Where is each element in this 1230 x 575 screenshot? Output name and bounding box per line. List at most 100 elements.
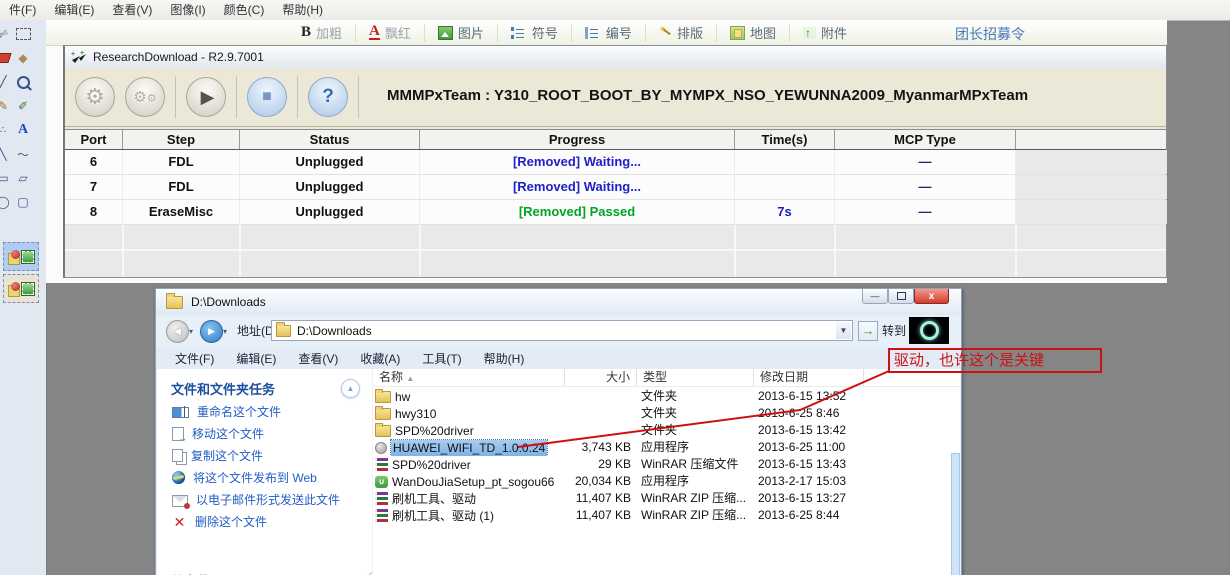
- winrar-icon: [375, 492, 388, 505]
- task-move-file[interactable]: 移动这个文件: [157, 427, 372, 443]
- help-button[interactable]: ?: [308, 77, 348, 117]
- explorer-titlebar[interactable]: D:\Downloads — x: [156, 289, 961, 315]
- table-row[interactable]: 7 FDL Unplugged [Removed] Waiting... —: [65, 175, 1167, 200]
- header-size[interactable]: 大小: [565, 369, 637, 386]
- address-dropdown-icon[interactable]: ▼: [836, 322, 851, 339]
- task-publish-web[interactable]: 将这个文件发布到 Web: [157, 471, 372, 486]
- polygon-tool-icon[interactable]: ▱: [13, 168, 33, 188]
- red-text-button[interactable]: A 飘红: [356, 23, 425, 42]
- col-progress[interactable]: Progress: [420, 130, 735, 149]
- back-dropdown-icon[interactable]: ▾: [189, 327, 193, 336]
- forward-button[interactable]: ▶: [200, 320, 223, 343]
- multi-settings-button[interactable]: ⚙⚙: [125, 77, 165, 117]
- magnifier-icon[interactable]: [13, 72, 33, 92]
- back-button[interactable]: ◀: [166, 320, 189, 343]
- paint-menu-file[interactable]: 件(F): [0, 0, 45, 20]
- table-row[interactable]: 8 EraseMisc Unplugged [Removed] Passed 7…: [65, 200, 1167, 225]
- bold-button[interactable]: B 加粗: [288, 23, 357, 42]
- file-row-selected[interactable]: HUAWEI_WIFI_TD_1.0.0.24 3,743 KB 应用程序 2013…: [373, 439, 960, 456]
- wandoujia-icon: ∪: [375, 475, 388, 488]
- maximize-button[interactable]: [888, 289, 914, 304]
- exp-menu-view[interactable]: 查看(V): [287, 350, 349, 367]
- brush-icon[interactable]: ✐: [13, 96, 33, 116]
- firmware-package-title: MMMPxTeam : Y310_ROOT_BOOT_BY_MYMPX_NSO_…: [387, 87, 1029, 104]
- rectangle-tool-icon[interactable]: ▭: [0, 168, 13, 188]
- paint-menu-view[interactable]: 查看(V): [103, 0, 161, 20]
- rect-select-icon[interactable]: [13, 24, 33, 44]
- rd-app-icon: + +: [71, 51, 86, 63]
- layout-button[interactable]: 排版: [646, 23, 717, 42]
- task-rename-file[interactable]: 重命名这个文件: [157, 405, 372, 420]
- task-pane-header: 文件和文件夹任务: [171, 382, 276, 397]
- exp-menu-tools[interactable]: 工具(T): [411, 350, 472, 367]
- curve-tool-icon[interactable]: ～: [13, 144, 33, 164]
- paint-menu-help[interactable]: 帮助(H): [273, 0, 332, 20]
- forward-dropdown-icon[interactable]: ▾: [223, 327, 227, 336]
- go-button[interactable]: → 转到: [858, 320, 906, 341]
- minimize-button[interactable]: —: [862, 289, 888, 304]
- fill-bucket-icon[interactable]: ◆: [13, 48, 33, 68]
- exp-menu-favorites[interactable]: 收藏(A): [349, 350, 411, 367]
- text-tool-icon[interactable]: A: [13, 120, 33, 140]
- rd-window-title: ResearchDownload - R2.9.7001: [93, 50, 264, 64]
- task-copy-file[interactable]: 复制这个文件: [157, 449, 372, 464]
- col-port[interactable]: Port: [65, 130, 123, 149]
- file-row[interactable]: ∪ WanDouJiaSetup_pt_sogou66 20,034 KB 应用程序…: [373, 473, 960, 490]
- pencil-icon[interactable]: ✎: [0, 96, 13, 116]
- insert-image-button[interactable]: 图片: [425, 23, 498, 42]
- rounded-rect-tool-icon[interactable]: ▢: [13, 192, 33, 212]
- col-time[interactable]: Time(s): [735, 130, 835, 149]
- red-text-icon: A: [369, 23, 380, 40]
- file-row[interactable]: 刷机工具、驱动 (1) 11,407 KB WinRAR ZIP 压缩... 201…: [373, 507, 960, 524]
- delete-x-icon: ✕: [173, 514, 186, 530]
- exp-menu-help[interactable]: 帮助(H): [473, 350, 536, 367]
- draw-option-opaque[interactable]: [3, 242, 39, 271]
- address-input[interactable]: D:\Downloads ▼: [271, 320, 853, 341]
- file-row[interactable]: 刷机工具、驱动 11,407 KB WinRAR ZIP 压缩... 2013-6-…: [373, 490, 960, 507]
- file-list-scrollbar[interactable]: [951, 453, 960, 575]
- symbol-list-button[interactable]: 符号: [498, 23, 572, 42]
- header-name[interactable]: 名称 ▲: [373, 369, 565, 386]
- close-button[interactable]: x: [914, 289, 949, 304]
- ellipse-tool-icon[interactable]: ◯: [0, 192, 13, 212]
- color-picker-icon[interactable]: ╱: [0, 72, 13, 92]
- file-row[interactable]: hw 文件夹 2013-6-15 13:52: [373, 388, 960, 405]
- draw-option-transparent[interactable]: [3, 274, 39, 303]
- col-status[interactable]: Status: [240, 130, 420, 149]
- explorer-title: D:\Downloads: [191, 295, 266, 309]
- rd-table-header: Port Step Status Progress Time(s) MCP Ty…: [65, 129, 1166, 150]
- file-row[interactable]: SPD%20driver 文件夹 2013-6-15 13:42: [373, 422, 960, 439]
- stop-download-button[interactable]: ■: [247, 77, 287, 117]
- start-download-button[interactable]: ▶: [186, 77, 226, 117]
- magic-wand-icon: [658, 24, 672, 39]
- file-row[interactable]: SPD%20driver 29 KB WinRAR 压缩文件 2013-6-15 1…: [373, 456, 960, 473]
- exp-menu-file[interactable]: 文件(F): [164, 350, 225, 367]
- attachment-button[interactable]: 附件: [790, 24, 860, 42]
- map-button[interactable]: 地图: [717, 23, 790, 42]
- paint-menu-color[interactable]: 颜色(C): [215, 0, 274, 20]
- exp-menu-edit[interactable]: 编辑(E): [225, 350, 287, 367]
- airbrush-icon[interactable]: ∴: [0, 120, 13, 140]
- line-tool-icon[interactable]: ╲: [0, 144, 13, 164]
- paint-menu-image[interactable]: 图像(I): [161, 0, 214, 20]
- task-pane: 文件和文件夹任务 ▲ 重命名这个文件 移动这个文件 复制这个文件 将这个文件发布…: [157, 369, 386, 575]
- move-icon: [172, 427, 187, 443]
- table-row[interactable]: 6 FDL Unplugged [Removed] Waiting... —: [65, 150, 1167, 175]
- eraser-icon[interactable]: [0, 48, 13, 68]
- paint-menubar: 件(F) 编辑(E) 查看(V) 图像(I) 颜色(C) 帮助(H): [0, 0, 1230, 21]
- collapse-chevron-icon[interactable]: ▲: [341, 379, 360, 398]
- header-date[interactable]: 修改日期: [754, 369, 864, 386]
- promo-link[interactable]: 团长招募令: [955, 24, 1025, 44]
- numbered-list-button[interactable]: 编号: [572, 23, 646, 42]
- settings-button[interactable]: ⚙: [75, 77, 115, 117]
- file-row[interactable]: hwy310 文件夹 2013-6-25 8:46: [373, 405, 960, 422]
- numbered-list-icon: [584, 26, 601, 39]
- image-icon: [437, 25, 453, 40]
- paint-menu-edit[interactable]: 编辑(E): [45, 0, 103, 20]
- col-step[interactable]: Step: [123, 130, 240, 149]
- rd-table-empty-area: [65, 225, 1166, 277]
- task-delete-file[interactable]: ✕ 删除这个文件: [157, 515, 372, 530]
- col-mcp-type[interactable]: MCP Type: [835, 130, 1016, 149]
- header-type[interactable]: 类型: [637, 369, 754, 386]
- task-email-file[interactable]: 以电子邮件形式发送此文件: [157, 493, 372, 509]
